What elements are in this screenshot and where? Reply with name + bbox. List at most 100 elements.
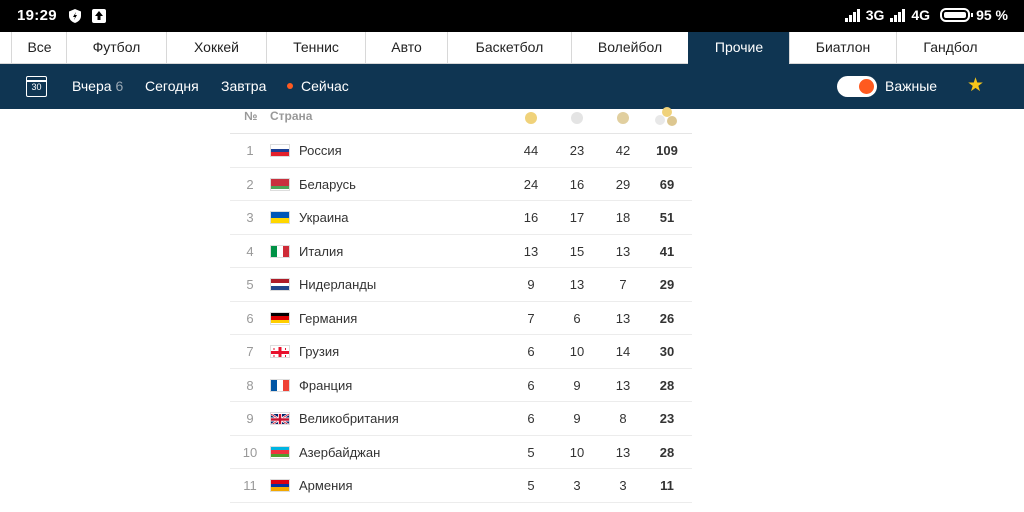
france-flag-icon: [270, 378, 290, 392]
signal-icon: [890, 8, 906, 22]
network-type-1: 3G: [865, 7, 885, 23]
silver-medal-icon[interactable]: [571, 112, 583, 124]
rank-number: 11: [243, 478, 257, 493]
country-name: Украина: [299, 210, 349, 225]
tab-auto[interactable]: Авто: [365, 32, 447, 64]
nav-yesterday[interactable]: Вчера 6: [72, 78, 123, 94]
table-row[interactable]: 10 Азербайджан 5 10 13 28: [230, 436, 692, 469]
rank-number: 3: [246, 210, 254, 225]
country-name: Франция: [299, 377, 353, 393]
tab-hockey[interactable]: Хоккей: [166, 32, 266, 64]
ukraine-flag-icon: [270, 211, 290, 224]
gold-count: 24: [523, 176, 539, 192]
rank-number: 7: [246, 344, 254, 359]
table-row[interactable]: 8 Франция 6 9 13 28: [230, 369, 692, 402]
silver-count: 10: [569, 444, 585, 460]
gold-count: 6: [527, 344, 535, 359]
total-count: 41: [659, 243, 675, 259]
table-row[interactable]: 2 Беларусь 24 16 29 69: [230, 168, 692, 201]
bronze-count: 7: [619, 277, 627, 292]
rank-number: 9: [246, 411, 254, 426]
tab-handball[interactable]: Гандбол: [896, 32, 1004, 64]
tab-biathlon[interactable]: Биатлон: [789, 32, 896, 64]
calendar-icon[interactable]: 30: [26, 76, 47, 97]
italy-flag-icon: [270, 244, 290, 258]
gold-count: 13: [523, 243, 539, 259]
important-toggle[interactable]: [837, 76, 877, 97]
gold-count: 9: [527, 277, 535, 292]
bronze-count: 29: [615, 176, 631, 192]
nav-today[interactable]: Сегодня: [145, 78, 199, 94]
tab-football[interactable]: Футбол: [66, 32, 166, 64]
nav-live-label: Сейчас: [301, 78, 349, 94]
rank-number: 1: [246, 143, 254, 158]
bronze-medal-icon[interactable]: [617, 112, 629, 124]
clock: 19:29: [17, 7, 57, 24]
silver-count: 10: [569, 344, 585, 359]
rank-number: 6: [246, 310, 254, 326]
gold-count: 5: [527, 444, 535, 460]
total-count: 23: [659, 411, 675, 426]
status-bar: 19:29 3G 4G 95 %: [0, 0, 1024, 32]
live-dot-icon: [287, 83, 293, 90]
nav-yesterday-label: Вчера: [72, 78, 112, 94]
bronze-count: 13: [615, 243, 631, 259]
country-name: Италия: [299, 243, 344, 259]
bronze-count: 3: [619, 478, 627, 493]
country-name: Нидерланды: [299, 277, 377, 292]
star-icon[interactable]: ★: [967, 74, 984, 97]
table-row[interactable]: 7 Грузия 6 10 14 30: [230, 335, 692, 369]
bronze-count: 13: [615, 310, 631, 326]
table-row[interactable]: 9 Великобритания 6 9 8 23: [230, 402, 692, 436]
silver-count: 17: [569, 210, 585, 225]
belarus-flag-icon: [270, 177, 290, 191]
header-num: №: [244, 109, 258, 123]
table-row[interactable]: 3 Украина 16 17 18 51: [230, 201, 692, 235]
sport-tabs: Все Футбол Хоккей Теннис Авто Баскетбол …: [0, 32, 1024, 64]
total-count: 29: [659, 277, 675, 292]
bronze-count: 18: [615, 210, 631, 225]
signal-icon: [844, 8, 860, 22]
silver-count: 15: [569, 243, 585, 259]
silver-count: 23: [569, 143, 585, 158]
azerbaijan-flag-icon: [270, 445, 290, 459]
table-row[interactable]: 1 Россия 44 23 42 109: [230, 134, 692, 168]
bronze-count: 42: [615, 143, 631, 158]
rank-number: 8: [246, 377, 254, 393]
upload-icon: [92, 9, 106, 23]
table-row[interactable]: 6 Германия 7 6 13 26: [230, 302, 692, 335]
important-label: Важные: [885, 78, 938, 94]
table-row[interactable]: 5 Нидерланды 9 13 7 29: [230, 268, 692, 302]
tab-tennis[interactable]: Теннис: [266, 32, 365, 64]
netherlands-flag-icon: [270, 278, 290, 291]
total-medals-icon[interactable]: [655, 107, 679, 129]
rank-number: 10: [242, 444, 258, 460]
battery-icon: [940, 8, 974, 22]
total-count: 26: [659, 310, 675, 326]
shield-icon: [69, 9, 81, 23]
country-name: Россия: [299, 143, 342, 158]
nav-tomorrow[interactable]: Завтра: [221, 78, 266, 94]
table-header: № Страна: [230, 107, 692, 134]
gold-count: 44: [523, 143, 539, 158]
country-name: Германия: [299, 310, 358, 326]
tab-basketball[interactable]: Баскетбол: [447, 32, 571, 64]
country-name: Беларусь: [299, 176, 356, 192]
tab-other[interactable]: Прочие: [688, 32, 789, 64]
silver-count: 3: [573, 478, 581, 493]
table-row[interactable]: 11 Армения 5 3 3 11: [230, 469, 692, 503]
germany-flag-icon: [270, 311, 290, 325]
tab-volleyball[interactable]: Волейбол: [571, 32, 688, 64]
georgia-flag-icon: [270, 345, 290, 358]
tab-all[interactable]: Все: [11, 32, 67, 64]
silver-count: 9: [573, 411, 581, 426]
battery-level: 95 %: [976, 7, 1008, 23]
nav-yesterday-count: 6: [115, 78, 124, 94]
nav-live[interactable]: Сейчас: [287, 78, 349, 94]
table-row[interactable]: 4 Италия 13 15 13 41: [230, 235, 692, 268]
total-count: 11: [660, 478, 674, 493]
date-nav-bar: 30 Вчера 6 Сегодня Завтра Сейчас Важные ★: [0, 64, 1024, 109]
gold-medal-icon[interactable]: [525, 112, 537, 124]
silver-count: 6: [573, 310, 581, 326]
bronze-count: 8: [619, 411, 627, 426]
